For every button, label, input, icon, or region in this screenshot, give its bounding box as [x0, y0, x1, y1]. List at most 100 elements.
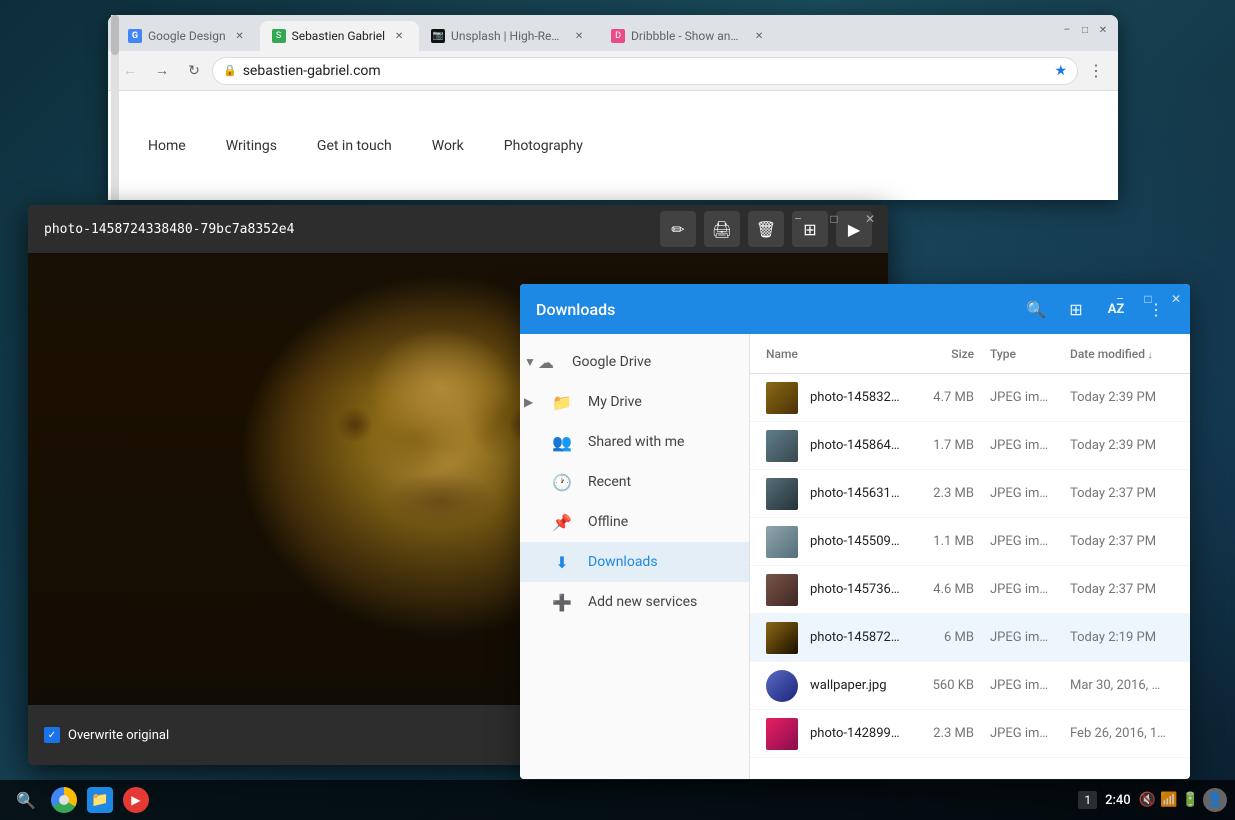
files-icon: 📁	[87, 787, 113, 813]
red-app-icon: ▶	[123, 787, 149, 813]
tab-close-un[interactable]: ✕	[571, 28, 587, 44]
forward-button[interactable]: →	[148, 57, 176, 85]
tab-google-design[interactable]: G Google Design ✕	[116, 21, 260, 51]
file-row[interactable]: photo-1458324124043-7… 4.7 MB JPEG im… T…	[750, 374, 1190, 422]
tab-title-sg: Sebastien Gabriel	[292, 29, 385, 43]
taskbar-notification-badge: 1	[1078, 791, 1097, 809]
tab-close-sg[interactable]: ✕	[391, 28, 407, 44]
downloads-grid-button[interactable]: ⊞	[1058, 291, 1094, 327]
downloads-minimize-button[interactable]: –	[1106, 284, 1134, 314]
my-drive-expand-icon: ▶	[524, 395, 533, 409]
taskbar-search-button[interactable]: 🔍	[8, 787, 44, 814]
file-thumbnail	[766, 574, 798, 606]
nav-get-in-touch[interactable]: Get in touch	[317, 138, 392, 154]
downloads-filelist: Name Size Type Date modified photo-14583…	[750, 334, 1190, 779]
reload-button[interactable]: ↻	[180, 57, 208, 85]
taskbar-red-app[interactable]: ▶	[120, 784, 152, 816]
downloads-window-controls: – □ ✕	[1106, 284, 1190, 314]
sidebar-section-drive: ▼ ☁ Google Drive ▶ 📁 My Drive 👥 Shared w…	[520, 342, 749, 622]
sidebar-label-my-drive: My Drive	[588, 394, 642, 410]
chrome-close-button[interactable]: ✕	[1096, 23, 1110, 37]
file-name: wallpaper.jpg	[810, 678, 904, 693]
file-size: 2.3 MB	[904, 726, 974, 741]
sidebar-item-shared-with-me[interactable]: 👥 Shared with me	[520, 422, 749, 462]
taskbar-files-app[interactable]: 📁	[84, 784, 116, 816]
file-row[interactable]: photo-1458640904116-0… 1.7 MB JPEG im… T…	[750, 422, 1190, 470]
desktop: G Google Design ✕ S Sebastien Gabriel ✕ …	[0, 0, 1235, 820]
tab-close-gd[interactable]: ✕	[232, 28, 248, 44]
chrome-window-controls: – □ ✕	[1060, 23, 1110, 37]
downloads-icon: ⬇	[552, 552, 572, 572]
image-viewer-close-button[interactable]: ✕	[852, 205, 888, 233]
sidebar-label-offline: Offline	[588, 514, 628, 530]
taskbar-chrome-app[interactable]	[48, 784, 80, 816]
overwrite-checkbox[interactable]: ✓ Overwrite original	[44, 727, 169, 743]
sidebar-item-downloads[interactable]: ⬇ Downloads	[520, 542, 749, 582]
wifi-icon[interactable]: 📶	[1160, 792, 1177, 808]
file-thumbnail	[766, 430, 798, 462]
mute-icon[interactable]: 🔇	[1139, 792, 1156, 808]
nav-home[interactable]: Home	[148, 138, 186, 154]
file-date: Today 2:19 PM	[1054, 630, 1174, 645]
bookmark-star-icon[interactable]: ★	[1054, 63, 1067, 79]
file-row[interactable]: photo-1457369804613-5… 4.6 MB JPEG im… T…	[750, 566, 1190, 614]
downloads-sidebar: ▼ ☁ Google Drive ▶ 📁 My Drive 👥 Shared w…	[520, 334, 750, 779]
sidebar-label-google-drive: Google Drive	[572, 354, 651, 370]
nav-work[interactable]: Work	[432, 138, 464, 154]
downloads-search-button[interactable]: 🔍	[1018, 291, 1054, 327]
col-header-date[interactable]: Date modified	[1054, 347, 1174, 361]
chrome-maximize-button[interactable]: □	[1078, 23, 1092, 37]
offline-icon: 📌	[552, 512, 572, 532]
file-name: photo-1455098934982-6…	[810, 534, 904, 549]
col-header-type: Type	[974, 347, 1054, 361]
taskbar-clock: 2:40	[1105, 793, 1131, 808]
file-date: Today 2:37 PM	[1054, 534, 1174, 549]
image-viewer-maximize-button[interactable]: □	[816, 205, 852, 233]
chrome-titlebar: G Google Design ✕ S Sebastien Gabriel ✕ …	[108, 15, 1118, 51]
image-viewer-minimize-button[interactable]: –	[780, 205, 816, 233]
file-row[interactable]: photo-1455098934982-6… 1.1 MB JPEG im… T…	[750, 518, 1190, 566]
downloads-titlebar: Downloads 🔍 ⊞ AZ ⋮ – □ ✕	[520, 284, 1190, 334]
file-name: photo-1458724338480-7…	[810, 630, 904, 645]
downloads-maximize-button[interactable]: □	[1134, 284, 1162, 314]
nav-writings[interactable]: Writings	[226, 138, 277, 154]
file-name: photo-1456318019777-c…	[810, 486, 904, 501]
tab-close-dr[interactable]: ✕	[751, 28, 767, 44]
chrome-minimize-button[interactable]: –	[1060, 23, 1074, 37]
file-type: JPEG im…	[974, 630, 1054, 645]
expand-icon: ▼	[524, 355, 536, 369]
nav-photography[interactable]: Photography	[504, 138, 583, 154]
downloads-close-button[interactable]: ✕	[1162, 284, 1190, 314]
sidebar-item-google-drive[interactable]: ▼ ☁ Google Drive	[520, 342, 749, 382]
sidebar-item-offline[interactable]: 📌 Offline	[520, 502, 749, 542]
edit-button[interactable]: ✏	[660, 211, 696, 247]
user-avatar[interactable]: 👤	[1203, 788, 1227, 812]
file-row[interactable]: photo-1458724338480-7… 6 MB JPEG im… Tod…	[750, 614, 1190, 662]
tab-unsplash[interactable]: 📷 Unsplash | High-Resolu… ✕	[419, 21, 599, 51]
chrome-scrollbar[interactable]	[111, 15, 119, 200]
delete-button[interactable]: 🗑	[748, 211, 784, 247]
file-size: 6 MB	[904, 630, 974, 645]
recent-icon: 🕐	[552, 472, 572, 492]
file-date: Today 2:39 PM	[1054, 438, 1174, 453]
tab-dribbble[interactable]: D Dribbble - Show and tel… ✕	[599, 21, 779, 51]
sidebar-label-recent: Recent	[588, 474, 631, 490]
downloads-panel: Downloads 🔍 ⊞ AZ ⋮ – □ ✕ ▼ ☁ Google	[520, 284, 1190, 779]
address-bar[interactable]: 🔒 sebastien-gabriel.com ★	[212, 57, 1078, 85]
print-button[interactable]: 🖨	[704, 211, 740, 247]
tab-favicon-un: 📷	[431, 29, 445, 43]
file-row[interactable]: wallpaper.jpg 560 KB JPEG im… Mar 30, 20…	[750, 662, 1190, 710]
image-viewer-filename: photo-1458724338480-79bc7a8352e4	[44, 222, 294, 237]
file-thumbnail	[766, 478, 798, 510]
back-button[interactable]: ←	[116, 57, 144, 85]
battery-icon[interactable]: 🔋	[1182, 792, 1199, 808]
tab-sebastien[interactable]: S Sebastien Gabriel ✕	[260, 21, 419, 51]
chrome-menu-button[interactable]: ⋮	[1082, 57, 1110, 85]
file-row[interactable]: photo-1428999418909-3… 2.3 MB JPEG im… F…	[750, 710, 1190, 758]
file-thumbnail	[766, 670, 798, 702]
tab-title-dr: Dribbble - Show and tel…	[631, 29, 745, 43]
sidebar-item-my-drive[interactable]: ▶ 📁 My Drive	[520, 382, 749, 422]
file-row[interactable]: photo-1456318019777-c… 2.3 MB JPEG im… T…	[750, 470, 1190, 518]
sidebar-item-add-services[interactable]: ➕ Add new services	[520, 582, 749, 622]
sidebar-item-recent[interactable]: 🕐 Recent	[520, 462, 749, 502]
